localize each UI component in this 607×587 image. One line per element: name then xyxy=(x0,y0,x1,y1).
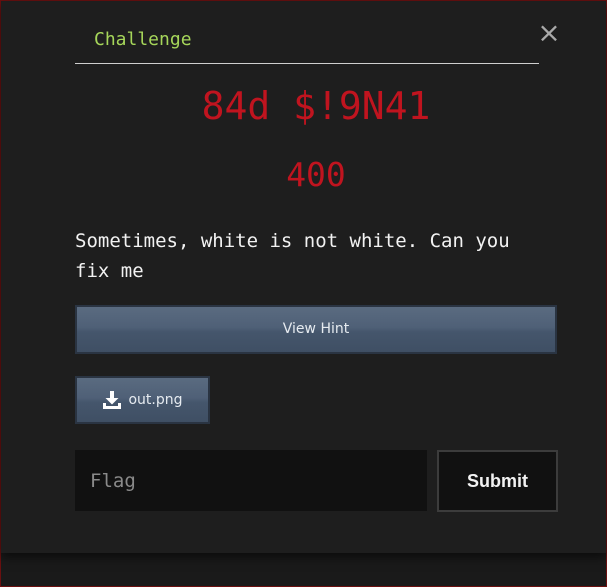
tab-challenge[interactable]: Challenge xyxy=(94,29,192,51)
challenge-modal: Challenge × 84d $!9N41 400 Sometimes, wh… xyxy=(1,1,606,553)
download-icon xyxy=(102,390,122,410)
close-icon[interactable]: × xyxy=(537,19,561,47)
flag-input[interactable] xyxy=(75,450,427,511)
download-file-button[interactable]: out.png xyxy=(75,376,210,424)
view-hint-button[interactable]: View Hint xyxy=(75,305,557,354)
challenge-points: 400 xyxy=(286,155,346,194)
page: Challenge × 84d $!9N41 400 Sometimes, wh… xyxy=(0,0,607,587)
submit-button[interactable]: Submit xyxy=(437,450,558,512)
challenge-title: 84d $!9N41 xyxy=(201,84,431,128)
file-name: out.png xyxy=(128,392,183,408)
challenge-description: Sometimes, white is not white. Can you f… xyxy=(75,230,510,282)
tab-underline xyxy=(75,63,539,64)
